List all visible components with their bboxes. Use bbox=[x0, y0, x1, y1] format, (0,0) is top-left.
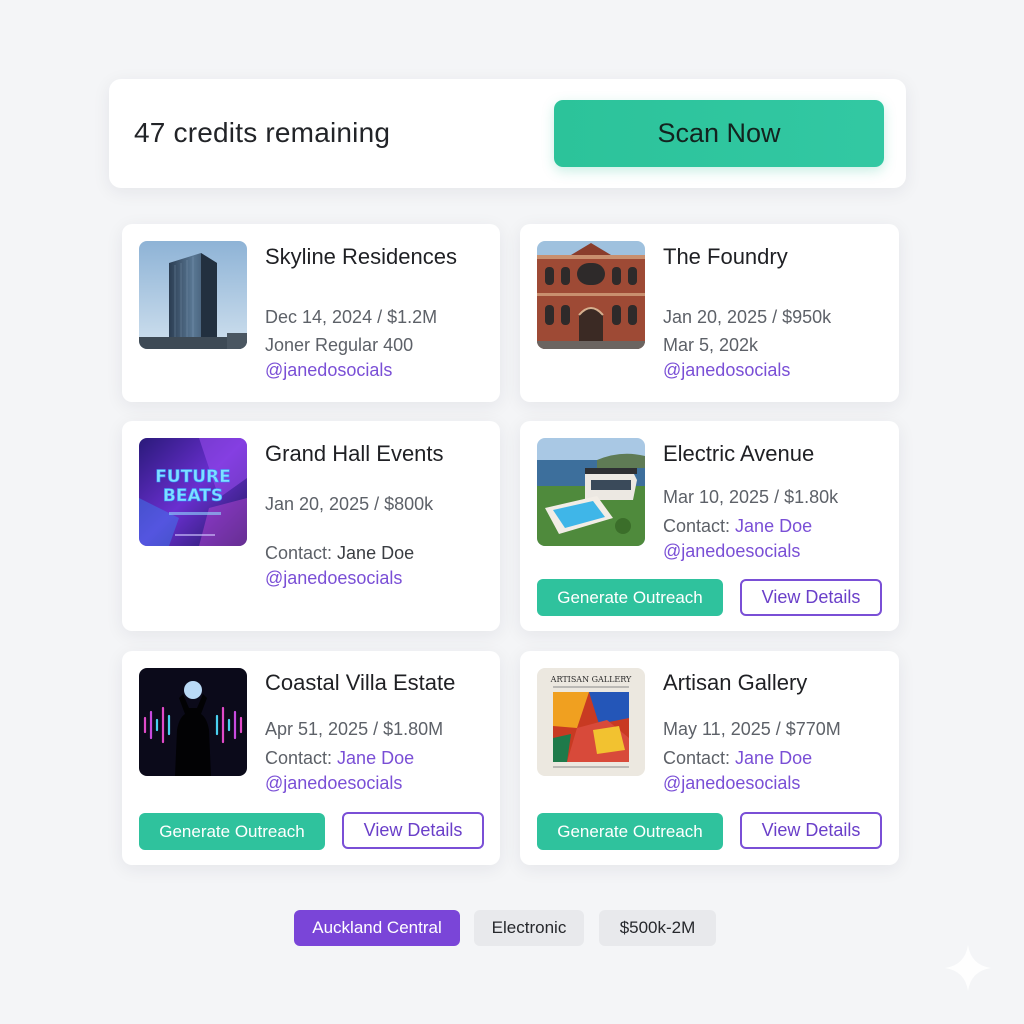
card-contact: Contact: Jane Doe bbox=[663, 748, 812, 769]
venue-card-skyline-residences[interactable]: Skyline Residences Dec 14, 2024 / $1.2M … bbox=[122, 224, 500, 402]
credits-remaining-text: 47 credits remaining bbox=[134, 117, 391, 148]
villa-pool-photo bbox=[537, 438, 645, 546]
venue-card-coastal-villa-estate[interactable]: Coastal Villa Estate Apr 51, 2025 / $1.8… bbox=[122, 651, 500, 865]
poster-title-line-2: BEATS bbox=[163, 486, 223, 506]
venue-card-grand-hall-events[interactable]: FUTURE BEATS Grand Hall Events Jan 20, 2… bbox=[122, 421, 500, 631]
filter-chip-budget[interactable]: $500k-2M bbox=[599, 910, 716, 946]
filter-chip-genre[interactable]: Electronic bbox=[474, 910, 584, 946]
future-beats-poster: FUTURE BEATS bbox=[139, 438, 247, 546]
filter-chip-location[interactable]: Auckland Central bbox=[294, 910, 460, 946]
card-date-price: Jan 20, 2025 / $950k bbox=[663, 307, 832, 327]
card-detail: Mar 5, 202k bbox=[663, 335, 759, 355]
social-handle-link[interactable]: @janedoesocials bbox=[265, 568, 402, 589]
contact-label: Contact: bbox=[265, 543, 338, 563]
poster-gallery-title: ARTISAN GALLERY bbox=[550, 675, 632, 684]
social-handle-link[interactable]: @janedoesocials bbox=[663, 773, 800, 794]
card-date-price: Mar 10, 2025 / $1.80k bbox=[663, 487, 839, 507]
venue-card-the-foundry[interactable]: The Foundry Jan 20, 2025 / $950k Mar 5, … bbox=[520, 224, 899, 402]
venue-card-electric-avenue[interactable]: Electric Avenue Mar 10, 2025 / $1.80k Co… bbox=[520, 421, 899, 631]
contact-label: Contact: bbox=[265, 748, 338, 768]
card-detail: Joner Regular 400 bbox=[265, 335, 414, 355]
view-details-button[interactable]: View Details bbox=[740, 812, 882, 849]
card-date-price: Dec 14, 2024 / $1.2M bbox=[265, 307, 438, 327]
contact-name-link[interactable]: Jane Doe bbox=[337, 748, 414, 768]
view-details-button[interactable]: View Details bbox=[740, 579, 882, 616]
card-date-price: May 11, 2025 / $770M bbox=[663, 719, 841, 739]
dj-silhouette-photo bbox=[139, 668, 247, 776]
card-title: The Foundry bbox=[663, 244, 788, 269]
card-title: Artisan Gallery bbox=[663, 670, 808, 695]
generate-outreach-button[interactable]: Generate Outreach bbox=[537, 813, 723, 850]
card-contact: Contact: Jane Doe bbox=[265, 748, 414, 769]
social-handle-link[interactable]: @janedoesocials bbox=[265, 773, 402, 794]
gallery-poster: ARTISAN GALLERY bbox=[537, 668, 645, 776]
card-date-price: Jan 20, 2025 / $800k bbox=[265, 494, 434, 514]
card-title: Coastal Villa Estate bbox=[265, 670, 456, 695]
contact-label: Contact: bbox=[663, 748, 736, 768]
venue-card-artisan-gallery[interactable]: ARTISAN GALLERY Artisan Gallery May 11, … bbox=[520, 651, 899, 865]
contact-label: Contact: bbox=[663, 516, 736, 536]
contact-name-link[interactable]: Jane Doe bbox=[735, 748, 812, 768]
card-title: Grand Hall Events bbox=[265, 441, 444, 466]
view-details-button[interactable]: View Details bbox=[342, 812, 484, 849]
scan-now-button[interactable]: Scan Now bbox=[554, 100, 884, 167]
generate-outreach-button[interactable]: Generate Outreach bbox=[537, 579, 723, 616]
social-handle-link[interactable]: @janedoesocials bbox=[663, 541, 800, 562]
poster-title-line-1: FUTURE bbox=[155, 467, 231, 487]
card-contact: Contact: Jane Doe bbox=[663, 516, 812, 537]
card-title: Electric Avenue bbox=[663, 441, 815, 466]
contact-name: Jane Doe bbox=[337, 543, 415, 563]
skyscraper-photo bbox=[139, 241, 247, 349]
credits-bar: 47 credits remaining Scan Now bbox=[109, 79, 906, 188]
brick-building-photo bbox=[537, 241, 645, 349]
generate-outreach-button[interactable]: Generate Outreach bbox=[139, 813, 325, 850]
sparkle-icon bbox=[945, 945, 991, 991]
social-handle-link[interactable]: @janedosocials bbox=[663, 360, 790, 381]
card-contact: Contact: Jane Doe bbox=[265, 543, 414, 564]
card-title: Skyline Residences bbox=[265, 244, 457, 269]
social-handle-link[interactable]: @janedosocials bbox=[265, 360, 392, 381]
card-date-price: Apr 51, 2025 / $1.80M bbox=[265, 719, 444, 739]
contact-name-link[interactable]: Jane Doe bbox=[735, 516, 812, 536]
